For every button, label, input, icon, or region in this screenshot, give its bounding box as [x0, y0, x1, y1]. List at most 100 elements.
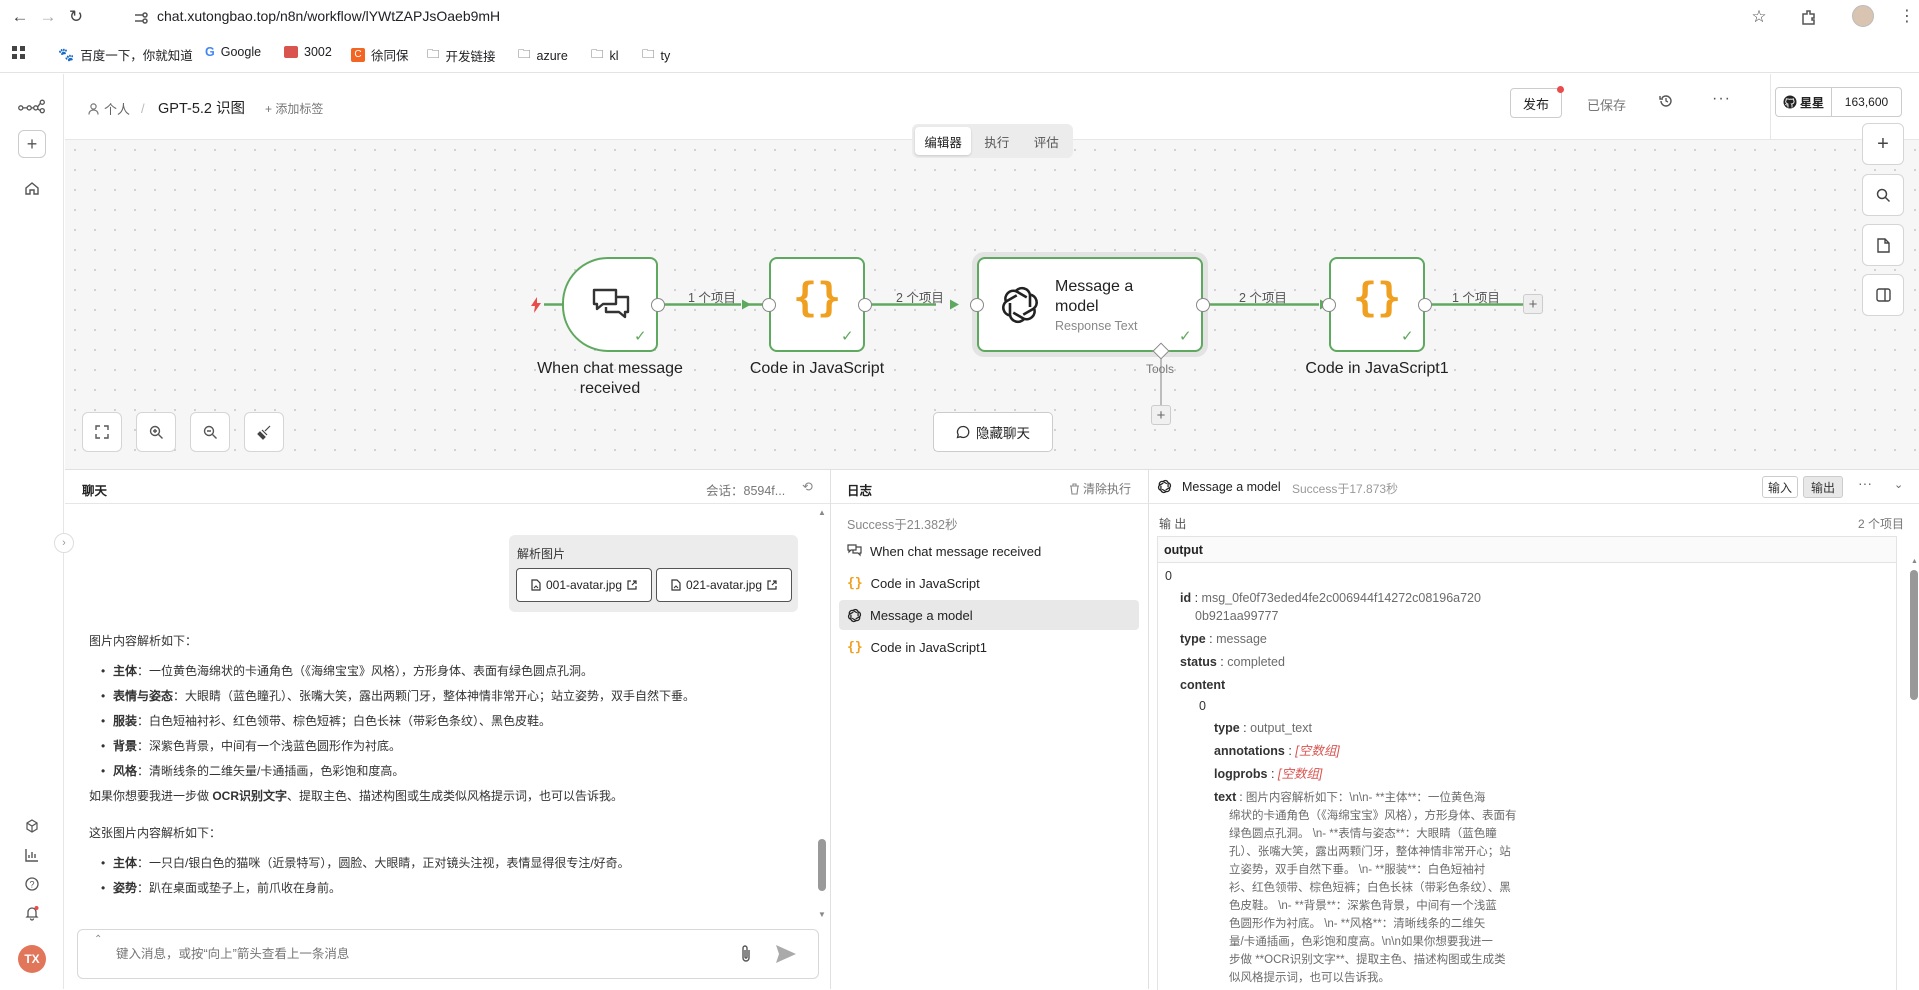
address-bar[interactable]: chat.xutongbao.top/n8n/workflow/lYWtZAPJ…: [157, 8, 500, 24]
zoom-out-icon[interactable]: [190, 412, 230, 452]
attachment-file[interactable]: 001-avatar.jpg: [516, 568, 652, 602]
apps-grid-icon[interactable]: [12, 46, 26, 60]
n8n-logo-icon[interactable]: [18, 92, 46, 120]
user-avatar[interactable]: TX: [18, 945, 46, 973]
templates-cube-icon[interactable]: [18, 812, 46, 840]
chat-input-box[interactable]: ⌃: [77, 929, 819, 979]
publish-button[interactable]: 发布: [1510, 86, 1564, 118]
success-check-icon: ✓: [634, 328, 647, 345]
github-icon: [1783, 95, 1797, 109]
code-braces-icon: {}: [847, 639, 863, 655]
list-item: • 主体：一只白/银白色的猫咪（近景特写），圆脸、大眼睛，正对镜头注视，表情显得很…: [101, 856, 630, 870]
input-handle[interactable]: [1322, 298, 1336, 312]
output-handle[interactable]: [1196, 298, 1210, 312]
breadcrumb[interactable]: 个人 /: [88, 99, 151, 118]
bookmark-folder-dev[interactable]: 🗀 开发链接: [427, 45, 496, 66]
input-handle[interactable]: [762, 298, 776, 312]
more-options-icon[interactable]: ···: [1712, 90, 1731, 108]
output-toggle-button[interactable]: 输出: [1803, 476, 1843, 498]
site-info-icon[interactable]: [133, 11, 149, 25]
profile-avatar[interactable]: [1852, 5, 1874, 27]
home-icon[interactable]: [18, 174, 46, 202]
node-chat-trigger[interactable]: ✓: [562, 257, 658, 352]
add-node-button[interactable]: +: [1523, 294, 1543, 314]
toggle-panel-icon[interactable]: [1862, 274, 1904, 316]
collapse-chevron-icon[interactable]: ›: [54, 533, 74, 553]
log-item[interactable]: {} Code in JavaScript1: [839, 632, 1139, 662]
scroll-down-icon[interactable]: ▼: [818, 910, 826, 919]
log-item[interactable]: When chat message received: [839, 536, 1139, 566]
search-nodes-icon[interactable]: [1862, 174, 1904, 216]
collapse-chevron-icon[interactable]: ⌄: [1894, 478, 1903, 491]
add-tag-button[interactable]: + 添加标签: [265, 100, 323, 117]
tidy-up-broom-icon[interactable]: [244, 412, 284, 452]
send-icon[interactable]: [775, 944, 797, 964]
folder-icon: 🗀: [591, 47, 604, 61]
reload-icon[interactable]: ↻: [64, 5, 88, 29]
bookmark-folder-kl[interactable]: 🗀 kl: [591, 45, 619, 66]
attachment-file[interactable]: 021-avatar.jpg: [656, 568, 792, 602]
bookmark-star-icon[interactable]: ☆: [1747, 5, 1771, 29]
scrollbar-thumb[interactable]: [818, 839, 826, 891]
bookmark-xutongbao[interactable]: C 徐同保: [351, 45, 409, 64]
log-item[interactable]: {} Code in JavaScript: [839, 568, 1139, 598]
bookmark-folder-ty[interactable]: 🗀 ty: [642, 45, 670, 66]
node-code-js1[interactable]: {} ✓: [1329, 257, 1425, 352]
input-handle[interactable]: [970, 298, 984, 312]
sticky-note-icon[interactable]: [1862, 224, 1904, 266]
input-toggle-button[interactable]: 输入: [1762, 476, 1798, 498]
node-code-js[interactable]: {} ✓: [769, 257, 865, 352]
scroll-up-icon[interactable]: ▲: [1911, 558, 1918, 565]
log-item-selected[interactable]: Message a model: [839, 600, 1139, 630]
bookmark-folder-azure[interactable]: 🗀 azure: [518, 45, 568, 66]
file-image-icon: [671, 579, 681, 591]
zoom-in-icon[interactable]: [136, 412, 176, 452]
notifications-bell-icon[interactable]: [18, 899, 46, 927]
hide-chat-button[interactable]: 隐藏聊天: [933, 412, 1053, 452]
back-icon[interactable]: ←: [8, 5, 32, 29]
scroll-up-icon[interactable]: ▲: [818, 508, 826, 517]
browser-menu-icon[interactable]: ⋮: [1899, 6, 1915, 26]
output-handle[interactable]: [1418, 298, 1432, 312]
node-message-model[interactable]: Message a model Response Text ✓: [977, 257, 1203, 352]
extensions-icon[interactable]: [1800, 8, 1818, 26]
code-braces-icon: {}: [847, 575, 863, 591]
scrollbar-thumb[interactable]: [1910, 570, 1918, 700]
user-message-bubble: 解析图片 001-avatar.jpg 021-avatar.jpg: [509, 535, 798, 612]
site-3002-icon: [284, 46, 298, 58]
more-options-icon[interactable]: ···: [1858, 475, 1872, 491]
folder-icon: 🗀: [518, 47, 531, 61]
fit-view-icon[interactable]: [82, 412, 122, 452]
user-message-text: 解析图片: [517, 547, 566, 561]
file-image-icon: [531, 579, 541, 591]
reset-session-icon[interactable]: ⟲: [802, 479, 813, 495]
json-text-value: text : 图片内容解析如下：\n\n- **主体**：一位黄色海 绵状的卡通…: [1214, 790, 1517, 984]
history-icon[interactable]: [1658, 93, 1674, 109]
node-label-code-js1: Code in JavaScript1: [1305, 360, 1449, 377]
add-icon[interactable]: +: [18, 130, 46, 158]
workflow-canvas[interactable]: 编辑器 执行 评估 1 个项目 2 个项目 2 个项目 1 个项目 ✓ When: [65, 123, 1919, 469]
workflow-title[interactable]: GPT-5.2 识图: [158, 97, 245, 118]
attach-paperclip-icon[interactable]: [740, 944, 752, 964]
bookmark-3002[interactable]: 3002: [284, 45, 332, 59]
add-node-plus-icon[interactable]: +: [1862, 123, 1904, 165]
baidu-paw-icon: 🐾: [58, 46, 75, 62]
github-star-button[interactable]: 星星 163,600: [1775, 87, 1902, 117]
forward-icon[interactable]: →: [36, 5, 60, 29]
bookmark-baidu[interactable]: 🐾 百度一下，你就知道: [58, 45, 193, 64]
history-up-icon[interactable]: ⌃: [94, 934, 102, 945]
clear-executions-button[interactable]: 清除执行: [1069, 480, 1131, 497]
node-label-code-js: Code in JavaScript: [749, 360, 885, 377]
chat-message-input[interactable]: [116, 942, 676, 966]
insights-chart-icon[interactable]: [18, 841, 46, 869]
breadcrumb-owner[interactable]: 个人: [104, 99, 130, 118]
output-handle[interactable]: [858, 298, 872, 312]
bookmark-google[interactable]: G Google: [205, 45, 261, 59]
github-star-count: 163,600: [1844, 95, 1889, 109]
session-id[interactable]: 会话：8594f...: [706, 480, 785, 499]
node-subtitle: Response Text: [1055, 319, 1138, 333]
output-handle[interactable]: [651, 298, 665, 312]
output-node-name: Message a model: [1182, 480, 1281, 494]
help-icon[interactable]: ?: [18, 870, 46, 898]
add-tool-button[interactable]: +: [1151, 405, 1171, 425]
